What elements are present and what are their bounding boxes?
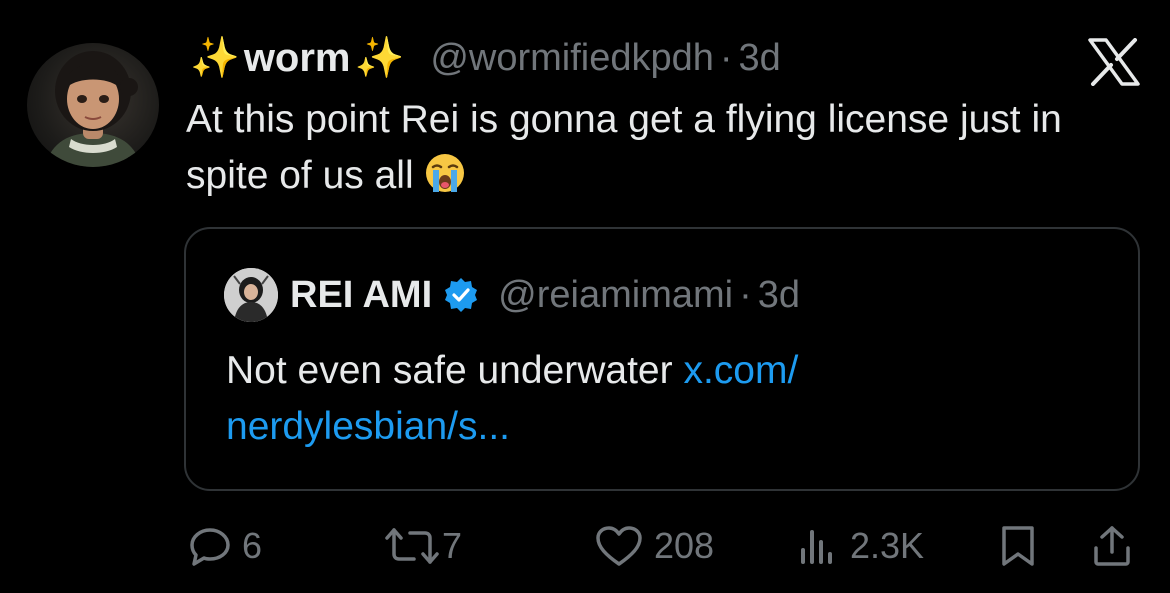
repost-button[interactable]: 7 [384, 518, 462, 574]
reply-icon [190, 528, 230, 566]
bookmark-icon [1002, 526, 1034, 566]
heart-icon [596, 526, 642, 566]
tweet-text-content: At this point Rei is gonna get a flying … [186, 98, 1062, 197]
tweet-card[interactable]: ✨ worm ✨ @wormifiedkpdh · 3d At this poi… [0, 0, 1170, 593]
bookmark-button[interactable] [998, 518, 1038, 574]
quoted-link[interactable]: x.com/ [683, 349, 798, 392]
share-icon [1094, 526, 1130, 566]
user-handle[interactable]: @wormifiedkpdh [430, 37, 714, 80]
like-button[interactable]: 208 [594, 518, 714, 574]
views-button[interactable]: 2.3K [796, 518, 924, 574]
quoted-tweet-text: Not even safe underwater x.com/ nerdyles… [226, 343, 1086, 455]
loudly-crying-face-icon [424, 152, 466, 194]
verified-badge-icon [442, 276, 480, 314]
quoted-timestamp[interactable]: 3d [758, 274, 800, 317]
quoted-link-continued[interactable]: nerdylesbian/s... [226, 405, 510, 448]
like-count: 208 [654, 525, 715, 566]
view-count: 2.3K [850, 525, 925, 566]
separator-dot: · [719, 36, 733, 79]
avatar-image [45, 51, 141, 167]
repost-count: 7 [442, 525, 463, 566]
views-icon [801, 530, 832, 564]
quoted-tweet[interactable]: REI AMI @reiamimami · 3d Not even safe u… [184, 227, 1140, 491]
tweet-text: At this point Rei is gonna get a flying … [186, 92, 1106, 204]
sparkles-emoji: ✨ [354, 36, 405, 80]
quoted-text-content: Not even safe underwater [226, 349, 684, 392]
share-button[interactable] [1090, 518, 1134, 574]
quoted-user-handle[interactable]: @reiamimami [498, 274, 733, 317]
sparkles-emoji: ✨ [190, 36, 240, 80]
reply-button[interactable]: 6 [188, 518, 262, 574]
tweet-header: ✨ worm ✨ @wormifiedkpdh · 3d [190, 30, 781, 86]
x-logo-icon[interactable] [1088, 38, 1140, 86]
quoted-avatar[interactable] [224, 268, 278, 322]
display-name[interactable]: worm [244, 36, 351, 81]
repost-icon [385, 528, 439, 564]
quoted-display-name[interactable]: REI AMI [290, 274, 432, 317]
quoted-tweet-header: REI AMI @reiamimami · 3d [224, 267, 800, 323]
timestamp[interactable]: 3d [739, 37, 781, 80]
quoted-avatar-image [224, 268, 278, 322]
separator-dot: · [739, 273, 752, 316]
avatar[interactable] [27, 43, 159, 167]
action-bar: 6 7 208 2.3K [0, 518, 1170, 574]
reply-count: 6 [242, 525, 263, 566]
